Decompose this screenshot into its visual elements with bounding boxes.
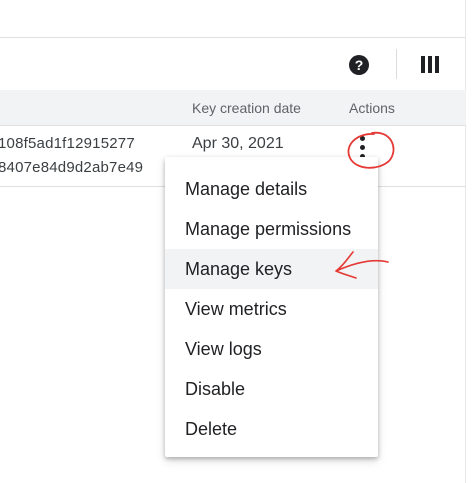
key-id-line-2: 8407e84d9d2ab7e49	[0, 159, 144, 176]
toolbar-separator	[396, 49, 397, 79]
menu-item-manage-details[interactable]: Manage details	[165, 169, 378, 209]
menu-item-manage-keys[interactable]: Manage keys	[165, 249, 378, 289]
table-header-row: Key creation date Actions	[0, 90, 466, 125]
actions-menu: Manage details Manage permissions Manage…	[165, 157, 378, 457]
key-creation-date: Apr 30, 2021	[192, 135, 284, 152]
help-circle-icon[interactable]: ?	[349, 55, 369, 75]
table-toolbar: ?	[0, 38, 466, 90]
menu-item-delete[interactable]: Delete	[165, 409, 378, 449]
menu-item-disable[interactable]: Disable	[165, 369, 378, 409]
menu-item-view-metrics[interactable]: View metrics	[165, 289, 378, 329]
page: ? Key creation date Actions 108f5ad1f129…	[0, 0, 474, 483]
column-header-key-creation-date[interactable]: Key creation date	[192, 100, 301, 116]
key-id-line-1: 108f5ad1f12915277	[0, 135, 135, 152]
menu-item-manage-permissions[interactable]: Manage permissions	[165, 209, 378, 249]
column-view-icon[interactable]	[421, 56, 439, 73]
column-header-actions: Actions	[349, 100, 395, 116]
menu-item-view-logs[interactable]: View logs	[165, 329, 378, 369]
